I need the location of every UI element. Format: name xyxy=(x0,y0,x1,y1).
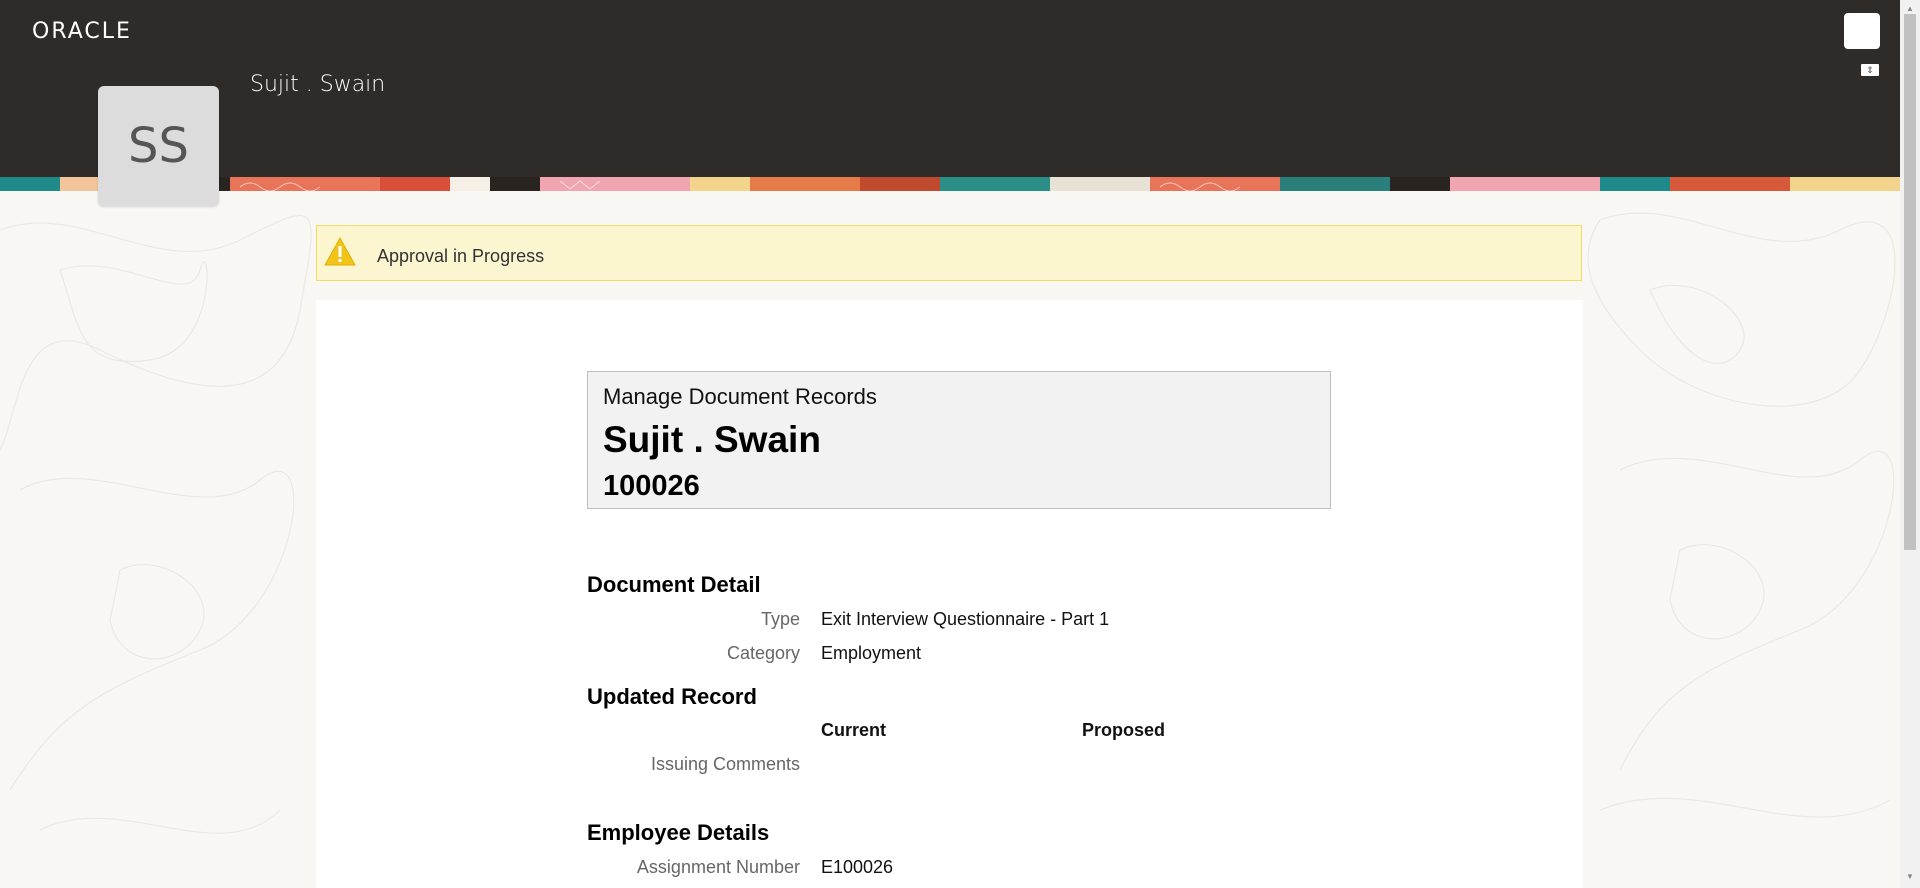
type-value: Exit Interview Questionnaire - Part 1 xyxy=(821,609,1110,629)
section-title-document-detail: Document Detail xyxy=(587,572,761,597)
section-title-updated-record: Updated Record xyxy=(587,684,757,709)
issuing-comments-label: Issuing Comments xyxy=(650,754,800,774)
user-menu-icon[interactable] xyxy=(1844,13,1880,49)
category-value: Employment xyxy=(821,643,922,663)
column-header-current: Current xyxy=(821,720,887,740)
category-label: Category xyxy=(726,643,800,663)
assignment-number-label: Assignment Number xyxy=(636,857,800,877)
decorative-banner xyxy=(0,177,1900,191)
alert-message: Approval in Progress xyxy=(377,246,545,266)
person-name-heading: Sujit . Swain xyxy=(603,419,821,460)
warning-icon xyxy=(324,236,356,266)
global-header: ORACLE Sujit . Swain ⇕ xyxy=(0,0,1900,177)
document-header-box: Manage Document Records Sujit . Swain 10… xyxy=(587,371,1331,509)
section-title-employee-details: Employee Details xyxy=(587,820,770,845)
column-header-proposed: Proposed xyxy=(1082,720,1166,740)
scrollbar-thumb[interactable] xyxy=(1904,14,1916,550)
person-number: 100026 xyxy=(603,470,700,502)
page-scrollbar[interactable]: ▲ ▼ xyxy=(1900,0,1920,888)
type-label: Type xyxy=(760,609,800,629)
collapse-icon[interactable]: ⇕ xyxy=(1861,64,1879,76)
main-content-card: Manage Document Records Sujit . Swain 10… xyxy=(316,300,1583,888)
page-title: Manage Document Records xyxy=(603,384,877,409)
approval-status-alert: Approval in Progress xyxy=(316,225,1582,281)
scroll-up-arrow-icon[interactable]: ▲ xyxy=(1906,4,1914,13)
header-person-name: Sujit . Swain xyxy=(250,72,386,97)
assignment-number-value: E100026 xyxy=(821,857,894,877)
avatar: SS xyxy=(98,86,219,206)
oracle-logo[interactable]: ORACLE xyxy=(32,19,132,44)
scroll-down-arrow-icon[interactable]: ▼ xyxy=(1906,872,1914,881)
